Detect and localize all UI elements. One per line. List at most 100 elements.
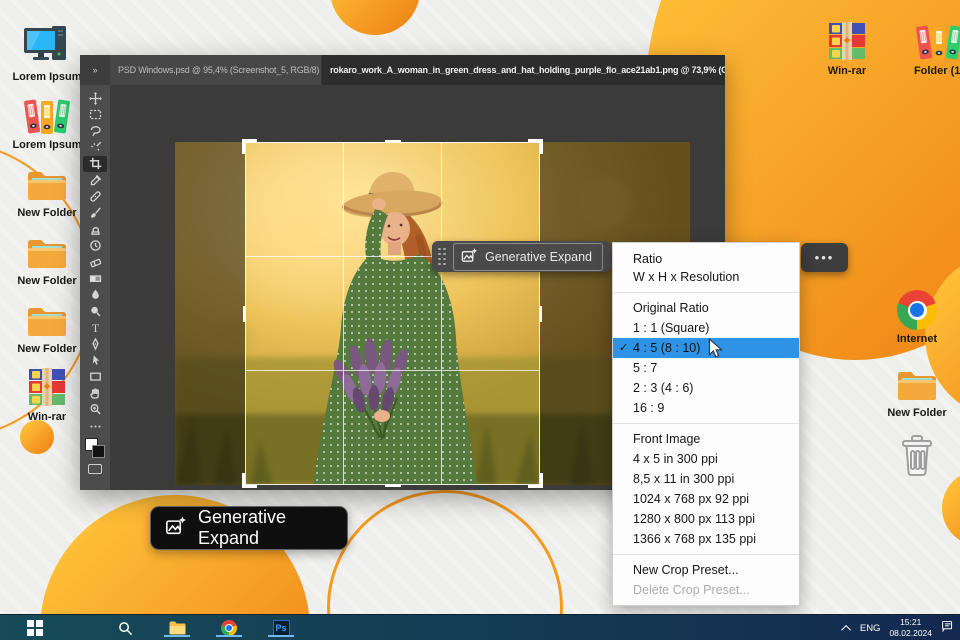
folder-icon [24,158,70,204]
decor-circle-right-small [942,470,960,546]
tray-chevron-up-icon[interactable] [841,624,851,634]
desktop-icon-lorem-ipsum[interactable]: Lorem Ipsum [8,90,86,151]
more-tool[interactable] [83,418,107,434]
menu-item-4-x-5-in-300-ppi[interactable]: 4 x 5 in 300 ppi [613,449,799,469]
drag-handle-icon[interactable] [438,248,446,266]
menu-header-sub: W x H x Resolution [633,268,789,286]
move-tool[interactable] [83,90,107,106]
menu-item-16-9[interactable]: 16 : 9 [613,398,799,418]
desktop-icon-new-folder[interactable]: New Folder [878,358,956,419]
screen-mode-icon[interactable] [88,464,102,474]
type-tool[interactable]: T [83,319,107,335]
desktop-icon-new-folder[interactable]: New Folder [8,226,86,287]
background-color-swatch[interactable] [92,445,105,458]
desktop-icon-internet[interactable]: Internet [878,284,956,345]
brush-tool[interactable] [83,205,107,221]
dodge-tool[interactable] [83,303,107,319]
blur-tool[interactable] [83,287,107,303]
marquee-tool[interactable] [83,106,107,122]
clock-time: 15:21 [889,617,932,628]
pen-tool[interactable] [83,336,107,352]
desktop-right-icon-column: Internet New Folder [878,284,956,481]
context-more-options-button[interactable]: ••• [801,243,848,272]
system-tray: ENG 15:21 08.02.2024 [844,615,954,640]
menu-item-label: 1280 x 800 px 113 ppi [633,512,755,526]
crop-tool[interactable] [83,156,107,172]
desktop-icon-label: New Folder [17,207,76,219]
lasso-tool[interactable] [83,123,107,139]
menu-item-label: Delete Crop Preset... [633,583,750,597]
menu-item-label: 16 : 9 [633,401,664,415]
taskbar-clock[interactable]: 15:21 08.02.2024 [889,617,932,638]
menu-item-label: 2 : 3 (4 : 6) [633,381,693,395]
menu-item-1366-x-768-px-135-ppi[interactable]: 1366 x 768 px 135 ppi [613,529,799,549]
desktop-icon-label: Internet [897,333,937,345]
history-brush-tool[interactable] [83,238,107,254]
menu-item-new-crop-preset[interactable]: New Crop Preset... [613,560,799,580]
healing-brush-tool[interactable] [83,188,107,204]
menu-item-1024-x-768-px-92-ppi[interactable]: 1024 x 768 px 92 ppi [613,489,799,509]
svg-text:T: T [91,323,98,334]
desktop-icon-label: Lorem Ipsum [12,139,81,151]
checkmark-icon: ✓ [619,338,628,358]
folder-icon [894,358,940,404]
zoom-tool[interactable] [83,401,107,417]
generative-expand-floating-button[interactable]: Generative Expand [150,506,348,550]
desktop-icon-label: New Folder [17,275,76,287]
winrar-icon [26,362,68,408]
menu-item-8-5-x-11-in-300-ppi[interactable]: 8,5 x 11 in 300 ppi [613,469,799,489]
generative-expand-button[interactable]: Generative Expand [453,243,603,271]
desktop-icon-label: Folder (1) [914,65,960,77]
hand-tool[interactable] [83,385,107,401]
menu-item-label: Original Ratio [633,301,709,315]
menu-item-2-3-4-6[interactable]: 2 : 3 (4 : 6) [613,378,799,398]
menu-item-1-1-square[interactable]: 1 : 1 (Square) [613,318,799,338]
menu-item-label: 1 : 1 (Square) [633,321,709,335]
desktop-icon-win-rar[interactable]: Win-rar [808,16,886,77]
menu-item-label: Front Image [633,432,700,446]
eraser-tool[interactable] [83,254,107,270]
foreground-background-swatches[interactable] [85,438,105,458]
desktop-icon-folder-1[interactable]: Folder (1) [900,16,960,77]
menu-item-delete-crop-preset[interactable]: Delete Crop Preset... [613,580,799,600]
windows-taskbar: Ps ENG 15:21 08.02.2024 [0,614,960,640]
generative-expand-label: Generative Expand [485,250,592,264]
magic-wand-tool[interactable] [83,139,107,155]
menu-item-front-image[interactable]: Front Image [613,429,799,449]
desktop-icon-label: Win-rar [28,411,66,423]
winrar-icon [826,16,868,62]
document-tab-inactive[interactable]: PSD Windows.psd @ 95,4% (Screenshot_5, R… [110,55,322,85]
chrome-taskbar-icon[interactable] [220,619,238,637]
menu-item-1280-x-800-px-113-ppi[interactable]: 1280 x 800 px 113 ppi [613,509,799,529]
search-icon [118,621,133,636]
gradient-tool[interactable] [83,270,107,286]
path-select-tool[interactable] [83,352,107,368]
menu-item-4-5-8-10[interactable]: ✓4 : 5 (8 : 10) [613,338,799,358]
desktop-icon-new-folder[interactable]: New Folder [8,294,86,355]
desktop-icon-win-rar[interactable]: Win-rar [8,362,86,423]
photoshop-taskbar-icon[interactable]: Ps [272,619,290,637]
chrome-icon [897,284,937,330]
desktop-icon-trash[interactable] [878,432,956,481]
generative-expand-label: Generative Expand [198,507,333,549]
language-indicator[interactable]: ENG [860,623,881,634]
document-tab-active[interactable]: rokaro_work_A_woman_in_green_dress_and_h… [322,55,725,85]
contextual-task-bar: Generative Expand [432,241,611,272]
shape-tool[interactable] [83,369,107,385]
folder-icon [24,294,70,340]
action-center-icon[interactable] [941,619,954,637]
tab-title: PSD Windows.psd @ 95,4% (Screenshot_5, R… [118,65,322,75]
menu-item-label: 1366 x 768 px 135 ppi [633,532,756,546]
file-explorer-taskbar-icon[interactable] [168,619,186,637]
crop-menu-group: Front Image 4 x 5 in 300 ppi8,5 x 11 in 3… [613,424,799,555]
desktop-icon-lorem-ipsum[interactable]: Lorem Ipsum [8,22,86,83]
clone-stamp-tool[interactable] [83,221,107,237]
desktop-icon-label: Lorem Ipsum [12,71,81,83]
menu-item-original-ratio[interactable]: Original Ratio [613,298,799,318]
desktop-icon-new-folder[interactable]: New Folder [8,158,86,219]
taskbar-search-button[interactable] [116,619,134,637]
start-button[interactable] [26,619,44,637]
menu-item-5-7[interactable]: 5 : 7 [613,358,799,378]
toolbar-collapse-icon[interactable]: » [80,55,110,85]
eyedropper-tool[interactable] [83,172,107,188]
